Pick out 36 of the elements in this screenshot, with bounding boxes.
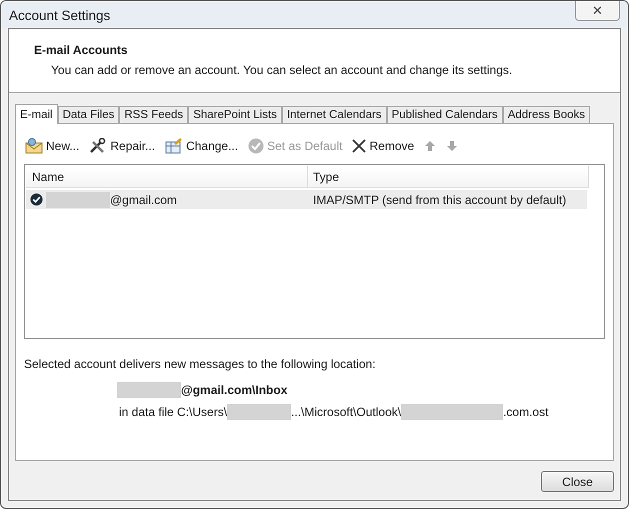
table-edit-icon [165,138,184,154]
toolbar-button[interactable]: New... [24,137,80,155]
redacted-block [227,404,292,420]
redacted-block [117,382,181,398]
window-title: Account Settings [9,7,110,25]
column-header[interactable]: Type [308,166,589,187]
delivery-label: Selected account delivers new messages to the following location: [24,356,377,373]
toolbar-button[interactable]: Repair... [88,137,156,155]
up-arrow-icon [424,140,436,152]
redacted-block [46,192,110,208]
data-file-path: .com.ost [503,404,548,421]
data-file-path: in data file C:\Users\ [119,404,228,421]
close-icon [352,139,366,153]
tab[interactable]: Internet Calendars [282,106,387,123]
envelope-icon [25,138,43,154]
header-title: E-mail Accounts [34,42,129,59]
inbox-location: @gmail.com\Inbox [181,382,288,399]
tab[interactable]: Published Calendars [386,106,503,123]
header-description: You can add or remove an account. You can select an account and change its settings. [50,62,514,79]
tab[interactable]: RSS Feeds [119,106,188,123]
account-row[interactable]: @gmail.com IMAP/SMTP (send from this account by default) [26,190,587,209]
toolbar-button[interactable]: Remove [351,137,416,155]
data-file-path: ...\Microsoft\Outlook\ [291,404,402,421]
account-name: @gmail.com [110,192,177,208]
tab[interactable]: Address Books [502,106,590,123]
close-button[interactable]: ✕ [575,1,620,21]
column-header[interactable]: Name [26,166,308,187]
down-arrow-icon [446,140,458,152]
tab[interactable]: E-mail [15,104,58,124]
toolbar-button[interactable]: Change... [164,137,240,155]
tab[interactable]: Data Files [58,106,120,123]
check-circle-icon [248,138,264,154]
account-type: IMAP/SMTP (send from this account by default) [312,192,566,208]
tools-icon [89,138,108,154]
close-dialog-button[interactable]: Close [541,471,614,492]
tab[interactable]: SharePoint Lists [188,106,282,123]
